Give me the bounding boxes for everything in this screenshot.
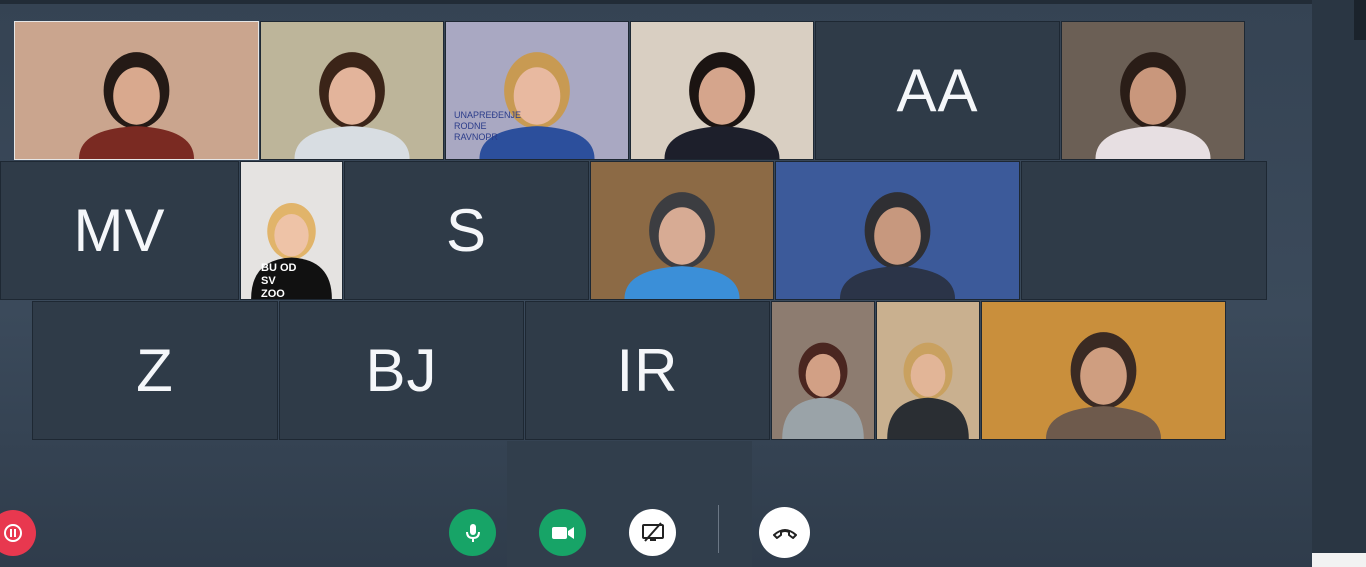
background-banner-text: UNAPREĐENJE RODNE RAVNOPR bbox=[454, 110, 522, 142]
shirt-print-text: BU OD SV ZOO bbox=[261, 262, 297, 300]
avatar-initials: BJ bbox=[365, 337, 438, 404]
controls-divider bbox=[718, 505, 719, 553]
participant-video-icon bbox=[624, 192, 740, 299]
participant-video-icon bbox=[1045, 332, 1162, 439]
hang-up-phone-icon bbox=[772, 528, 797, 539]
participant-video-icon bbox=[839, 192, 956, 299]
meeting-stage: UNAPREĐENJE RODNE RAVNOPR AA MV BU OD SV… bbox=[0, 0, 1312, 567]
empty-tile bbox=[1021, 161, 1267, 300]
bottom-panel bbox=[507, 441, 752, 567]
avatar-initials: AA bbox=[896, 57, 979, 124]
avatar-initials: IR bbox=[616, 337, 679, 404]
video-tile-3[interactable]: UNAPREĐENJE RODNE RAVNOPR bbox=[445, 21, 629, 160]
avatar-initials: MV bbox=[73, 197, 166, 264]
side-panel bbox=[1312, 0, 1366, 567]
mic-icon bbox=[465, 523, 480, 542]
video-tile-10[interactable] bbox=[590, 161, 774, 300]
hang-up-button[interactable] bbox=[759, 507, 810, 558]
video-tile-16[interactable] bbox=[876, 301, 980, 440]
video-tile-1[interactable] bbox=[14, 21, 259, 160]
participant-video-icon bbox=[1095, 52, 1211, 159]
avatar-initials: S bbox=[445, 197, 488, 264]
video-tile-4[interactable] bbox=[630, 21, 814, 160]
participant-video-icon bbox=[294, 52, 410, 159]
participant-video-icon bbox=[664, 52, 780, 159]
top-bar bbox=[0, 0, 1312, 4]
mic-button[interactable] bbox=[449, 509, 496, 556]
camera-button[interactable] bbox=[539, 509, 586, 556]
video-tile-17[interactable] bbox=[981, 301, 1226, 440]
pause-icon bbox=[4, 524, 22, 542]
participant-video-icon bbox=[782, 342, 864, 439]
video-tile-15[interactable] bbox=[771, 301, 875, 440]
avatar-tile-MV[interactable]: MV bbox=[0, 161, 239, 300]
side-panel-footer bbox=[1312, 553, 1366, 567]
screen-share-off-icon bbox=[641, 521, 664, 542]
participant-video-icon bbox=[78, 52, 195, 159]
avatar-tile-S[interactable]: S bbox=[344, 161, 589, 300]
participant-video-icon bbox=[887, 342, 969, 439]
avatar-tile-Z[interactable]: Z bbox=[32, 301, 278, 440]
video-tile-2[interactable] bbox=[260, 21, 444, 160]
video-tile-8[interactable]: BU OD SV ZOO bbox=[240, 161, 343, 300]
avatar-tile-IR[interactable]: IR bbox=[525, 301, 770, 440]
video-tile-6[interactable] bbox=[1061, 21, 1245, 160]
avatar-initials: Z bbox=[136, 337, 174, 404]
side-panel-strip bbox=[1354, 0, 1366, 40]
avatar-tile-AA[interactable]: AA bbox=[815, 21, 1060, 160]
video-tile-11[interactable] bbox=[775, 161, 1020, 300]
screen-share-button[interactable] bbox=[629, 509, 676, 556]
video-camera-icon bbox=[551, 526, 574, 539]
avatar-tile-BJ[interactable]: BJ bbox=[279, 301, 524, 440]
pause-button[interactable] bbox=[0, 510, 36, 556]
